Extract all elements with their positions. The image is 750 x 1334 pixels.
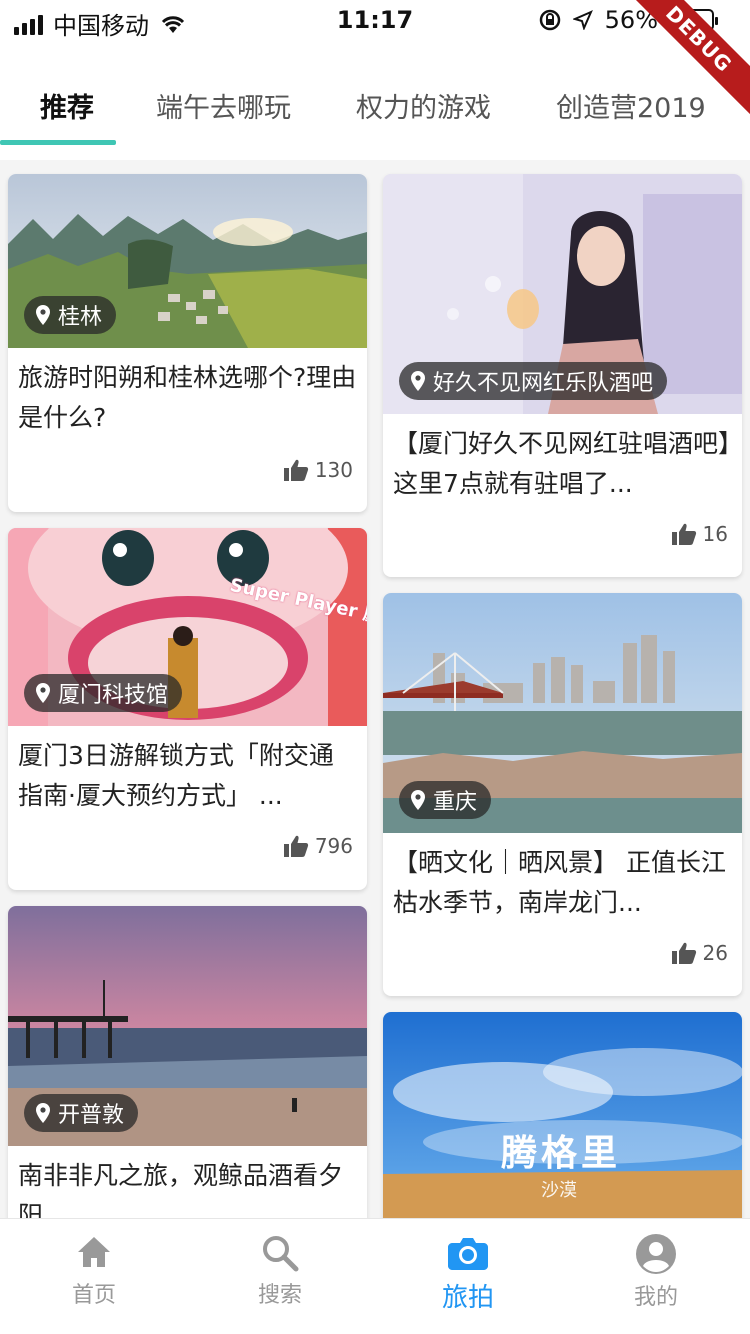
status-bar: 中国移动 11:17 56% xyxy=(0,0,750,44)
card-title: 厦门3日游解锁方式「附交通指南·厦大预约方式」 ... xyxy=(18,741,334,810)
category-tabs: 推荐 端午去哪玩 权力的游戏 创造营2019 xyxy=(0,72,750,150)
photo-overlay-title: 腾格里 xyxy=(501,1132,622,1174)
card-photo: 桂林 xyxy=(8,174,367,348)
thumbs-up-icon xyxy=(283,459,308,481)
search-icon xyxy=(263,1236,299,1272)
thumbs-up-icon xyxy=(671,523,696,545)
card-title: 【厦门好久不见网红驻唱酒吧】这里7点就有驻唱了... xyxy=(393,429,731,498)
location-pin-icon xyxy=(36,1103,50,1123)
location-badge: 厦门科技馆 xyxy=(24,674,183,712)
photo-overlay-subtitle: 沙漠 xyxy=(541,1180,577,1201)
location-pin-icon xyxy=(36,305,50,325)
card-title: 【晒文化｜晒风景】 正值长江枯水季节，南岸龙门... xyxy=(393,848,726,917)
feed-card[interactable]: 好久不见网红乐队酒吧 【厦门好久不见网红驻唱酒吧】这里7点就有驻唱了... 16 xyxy=(383,174,742,577)
feed[interactable]: 桂林 旅游时阳朔和桂林选哪个?理由是什么? 130 好久不见网红乐队酒吧 【厦门… xyxy=(0,160,750,1218)
tab-produce-camp[interactable]: 创造营2019 xyxy=(556,86,706,125)
camera-icon xyxy=(448,1238,488,1270)
feed-card[interactable]: 开普敦 南非非凡之旅，观鲸品酒看夕阳 xyxy=(8,906,367,1218)
thumbs-up-icon xyxy=(283,835,308,857)
card-photo: 腾格里 沙漠 xyxy=(383,1012,742,1218)
card-photo: 开普敦 xyxy=(8,906,367,1146)
tab-dragon-boat[interactable]: 端午去哪玩 xyxy=(156,86,291,125)
card-photo: 重庆 xyxy=(383,593,742,833)
location-badge: 重庆 xyxy=(399,781,492,819)
like-count[interactable]: 26 xyxy=(671,941,728,965)
card-photo: Super Player 厦门科技馆 厦门科技馆 xyxy=(8,528,367,726)
feed-card[interactable]: 重庆 【晒文化｜晒风景】 正值长江枯水季节，南岸龙门... 26 xyxy=(383,593,742,996)
location-arrow-icon xyxy=(572,10,593,30)
location-label: 开普敦 xyxy=(58,1103,125,1128)
location-badge: 开普敦 xyxy=(24,1094,139,1132)
location-label: 重庆 xyxy=(433,790,478,815)
nav-travel-shoot[interactable]: 旅拍 xyxy=(408,1233,528,1314)
tab-recommend[interactable]: 推荐 xyxy=(40,86,94,125)
like-count[interactable]: 796 xyxy=(283,834,353,858)
like-count[interactable]: 130 xyxy=(283,458,353,482)
nav-profile[interactable]: 我的 xyxy=(596,1233,716,1311)
card-title: 南非非凡之旅，观鲸品酒看夕阳 xyxy=(18,1161,344,1218)
user-icon xyxy=(636,1234,676,1274)
location-badge: 好久不见网红乐队酒吧 xyxy=(399,362,668,400)
nav-search[interactable]: 搜索 xyxy=(220,1233,340,1309)
location-label: 厦门科技馆 xyxy=(58,683,169,708)
card-title: 旅游时阳朔和桂林选哪个?理由是什么? xyxy=(18,363,357,432)
tab-indicator xyxy=(0,140,116,145)
card-photo: 好久不见网红乐队酒吧 xyxy=(383,174,742,414)
location-pin-icon xyxy=(36,683,50,703)
location-label: 桂林 xyxy=(58,305,103,330)
feed-card[interactable]: Super Player 厦门科技馆 厦门科技馆 厦门3日游解锁方式「附交通指南… xyxy=(8,528,367,890)
feed-card[interactable]: 桂林 旅游时阳朔和桂林选哪个?理由是什么? 130 xyxy=(8,174,367,512)
location-pin-icon xyxy=(411,790,425,810)
thumbs-up-icon xyxy=(671,942,696,964)
like-count[interactable]: 16 xyxy=(671,522,728,546)
tab-game-of-thrones[interactable]: 权力的游戏 xyxy=(356,86,491,125)
location-label: 好久不见网红乐队酒吧 xyxy=(433,371,654,396)
feed-card[interactable]: 腾格里 沙漠 xyxy=(383,1012,742,1218)
nav-home[interactable]: 首页 xyxy=(34,1233,154,1309)
bottom-nav: 首页 搜索 旅拍 我的 xyxy=(0,1218,750,1334)
location-badge: 桂林 xyxy=(24,296,117,334)
home-icon xyxy=(78,1237,110,1267)
location-pin-icon xyxy=(411,371,425,391)
rotation-lock-icon xyxy=(539,9,560,31)
